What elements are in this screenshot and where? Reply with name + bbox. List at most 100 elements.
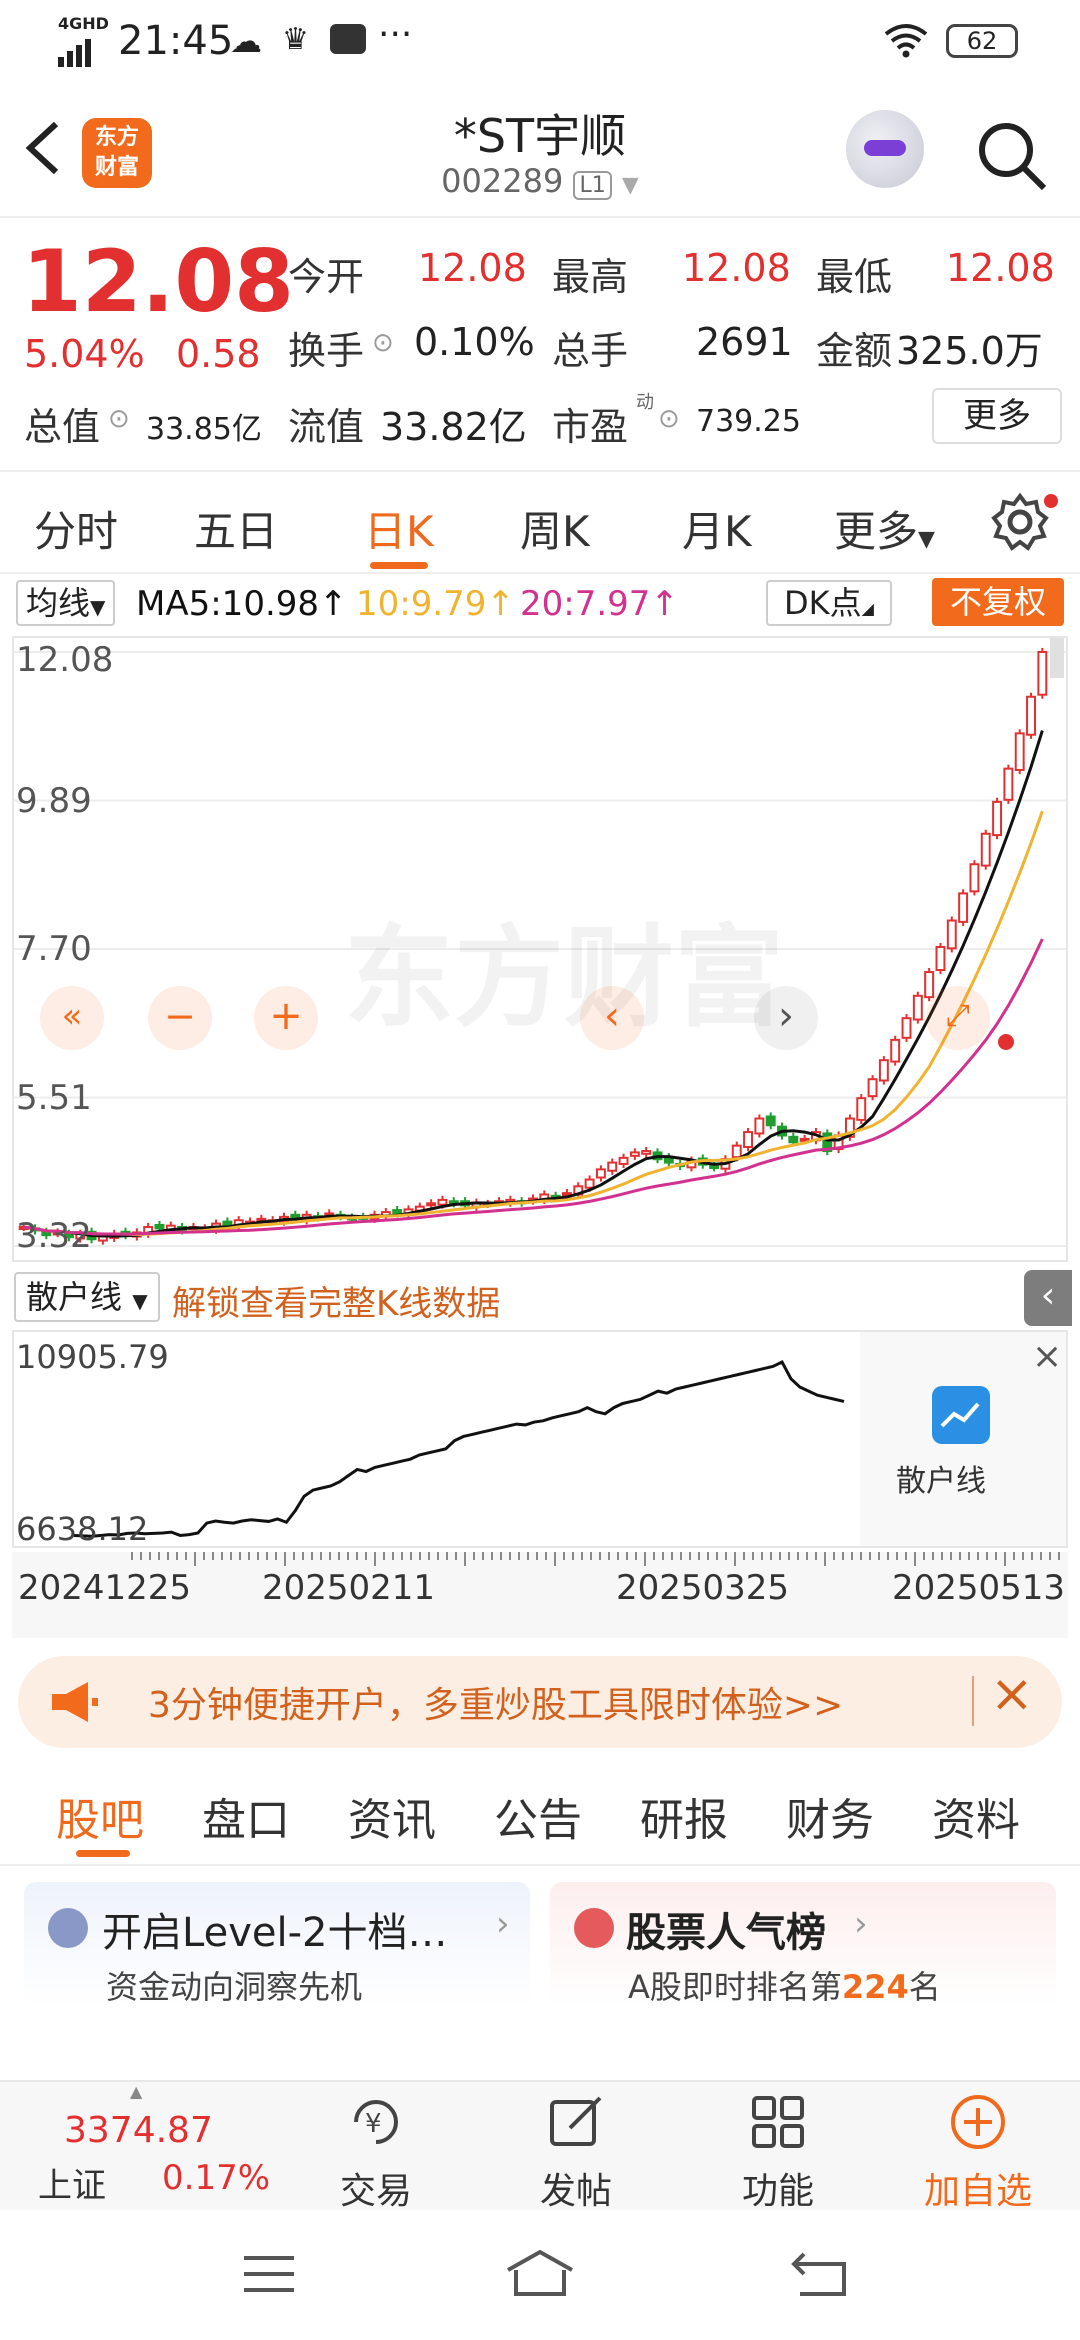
back-icon[interactable] <box>22 118 62 182</box>
feature-cards: 开启Level-2十档… › 资金动向洞察先机 股票人气榜 › A股即时排名第2… <box>0 1868 1080 2078</box>
promo-banner[interactable]: 3分钟便捷开户，多重炒股工具限时体验>> × <box>18 1656 1062 1748</box>
tab-daily-k[interactable]: 日K <box>364 498 434 559</box>
level2-card[interactable]: 开启Level-2十档… › 资金动向洞察先机 <box>24 1882 530 2006</box>
close-icon[interactable]: × <box>1032 1336 1062 1377</box>
stock-code-row[interactable]: 002289 L1 ▼ <box>340 162 740 200</box>
pe-sup: 动 <box>636 392 654 413</box>
tab-more-label: 更多 <box>834 507 919 556</box>
popularity-card[interactable]: 股票人气榜 › A股即时排名第224名 <box>550 1882 1056 2006</box>
more-button[interactable]: 更多 <box>932 388 1062 444</box>
rank-suffix: 名 <box>908 1968 941 2006</box>
wifi-icon <box>882 22 930 67</box>
function-button[interactable]: 功能 <box>718 2092 838 2214</box>
caret-down-icon: ▼ <box>132 1289 148 1313</box>
amount-label: 金额 <box>816 329 893 373</box>
divider <box>972 1676 974 1726</box>
candle <box>743 1131 754 1148</box>
candle <box>595 1168 606 1179</box>
rank-prefix: A股即时排名第 <box>628 1968 842 2006</box>
menu-icon[interactable] <box>242 2252 296 2300</box>
sub-chart[interactable]: 10905.79 6638.12 × 散户线 <box>12 1330 1068 1548</box>
candle <box>426 1202 437 1207</box>
next-button[interactable]: › <box>754 986 818 1050</box>
tab-orderbook[interactable]: 盘口 <box>202 1784 290 1848</box>
candle <box>980 832 991 867</box>
candle <box>788 1135 799 1144</box>
dk-point-button[interactable]: DK点◢ <box>766 580 892 626</box>
tab-profile[interactable]: 资料 <box>932 1784 1020 1848</box>
zoom-in-button[interactable]: + <box>254 986 318 1050</box>
post-button[interactable]: 发帖 <box>516 2092 636 2214</box>
search-icon[interactable] <box>974 118 1050 198</box>
kline-chart[interactable]: 东方财富 12.08 9.89 7.70 5.51 3.32 « − + ‹ ›… <box>12 636 1068 1262</box>
info-icon[interactable]: ⊙ <box>108 404 130 434</box>
tab-news[interactable]: 资讯 <box>348 1784 436 1848</box>
scrollbar[interactable] <box>1050 638 1064 678</box>
popularity-subtitle: A股即时排名第224名 <box>628 1962 941 2008</box>
vivo-icon <box>330 24 366 54</box>
open-label: 今开 <box>288 255 365 299</box>
edit-icon <box>550 2096 602 2146</box>
ma-selector[interactable]: 均线▼ <box>16 580 116 626</box>
candle <box>924 971 935 999</box>
back-nav-icon[interactable] <box>790 2250 850 2302</box>
stock-title: *ST宇顺 <box>453 109 627 163</box>
candle <box>437 1198 448 1206</box>
tab-five-day[interactable]: 五日 <box>194 498 278 559</box>
sub-lock-panel[interactable]: × 散户线 <box>860 1332 1066 1546</box>
candle <box>765 1115 776 1127</box>
level2-subtitle: 资金动向洞察先机 <box>106 1968 363 2006</box>
tab-announcements[interactable]: 公告 <box>494 1784 582 1848</box>
trade-label: 交易 <box>339 2171 412 2212</box>
robot-assistant-icon[interactable] <box>846 110 924 188</box>
sub-tick-top: 10905.79 <box>16 1338 169 1376</box>
volume-value: 2691 <box>696 320 793 364</box>
gear-icon[interactable] <box>990 492 1050 556</box>
close-icon[interactable]: × <box>990 1664 1034 1724</box>
caret-up-icon: ▲ <box>130 2082 143 2101</box>
content-tabs: 股吧 盘口 资讯 公告 研报 财务 资料 <box>0 1762 1080 1866</box>
ma20-value: 20:7.97↑ <box>520 584 679 624</box>
rewind-button[interactable]: « <box>40 986 104 1050</box>
more-status: ··· <box>378 14 413 55</box>
tab-intraday[interactable]: 分时 <box>34 498 118 559</box>
tab-research[interactable]: 研报 <box>640 1784 728 1848</box>
level2-title: 开启Level-2十档… <box>102 1910 448 1956</box>
change-pct: 5.04% <box>24 332 145 376</box>
add-watchlist-button[interactable]: 加自选 <box>918 2092 1038 2214</box>
logo-text-2: 财富 <box>94 155 139 180</box>
prev-button[interactable]: ‹ <box>580 986 644 1050</box>
tab-more[interactable]: 更多▼ <box>834 498 935 559</box>
tab-monthly-k[interactable]: 月K <box>682 498 752 559</box>
adjust-button[interactable]: 不复权 <box>932 578 1064 626</box>
tab-finance[interactable]: 财务 <box>786 1784 874 1848</box>
index-value[interactable]: 3374.87 <box>64 2110 213 2151</box>
tab-indicator <box>370 562 428 569</box>
expand-icon[interactable]: ⤢ <box>926 986 990 1050</box>
promo-text: 3分钟便捷开户，多重炒股工具限时体验>> <box>148 1685 844 1726</box>
home-icon[interactable] <box>504 2248 576 2302</box>
trade-button[interactable]: ¥ 交易 <box>316 2092 436 2214</box>
candle <box>1014 732 1025 771</box>
collapse-icon[interactable]: ‹ <box>1024 1270 1072 1326</box>
zoom-out-button[interactable]: − <box>148 986 212 1050</box>
level2-icon <box>48 1908 88 1948</box>
open-value: 12.08 <box>418 246 527 290</box>
post-label: 发帖 <box>539 2171 612 2212</box>
tab-weekly-k[interactable]: 周K <box>520 498 590 559</box>
candle <box>946 919 957 950</box>
network-label: 4GHD <box>58 14 109 33</box>
info-icon[interactable]: ⊙ <box>658 404 680 434</box>
index-name: 上证 <box>38 2166 106 2206</box>
date-tick-3: 20250513 <box>892 1568 1066 1608</box>
sub-indicator-bar: 散户线 ▼ 解锁查看完整K线数据 ‹ <box>0 1266 1080 1330</box>
y-tick-1: 9.89 <box>16 780 92 821</box>
sub-selector[interactable]: 散户线 ▼ <box>14 1272 160 1322</box>
chart-tabs: 分时 五日 日K 周K 月K 更多▼ <box>0 470 1080 574</box>
info-icon[interactable]: ⊙ <box>372 328 394 358</box>
unlock-link[interactable]: 解锁查看完整K线数据 <box>172 1276 500 1325</box>
high-value: 12.08 <box>682 246 791 290</box>
ma-bar: 均线▼ MA5:10.98↑ 10:9.79↑ 20:7.97↑ DK点◢ 不复… <box>0 576 1080 632</box>
tab-forum[interactable]: 股吧 <box>56 1784 144 1848</box>
low-label: 最低 <box>816 255 893 299</box>
